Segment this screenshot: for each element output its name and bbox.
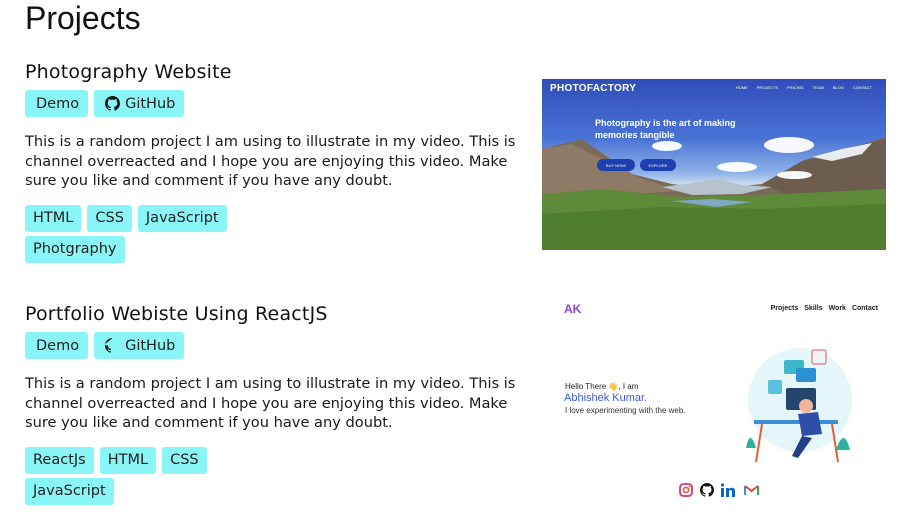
gmail-icon[interactable] (744, 484, 759, 496)
tech-tag: HTML (25, 204, 82, 232)
preview-nav-item: Contact (851, 305, 878, 312)
project-links: Demo GitHub (25, 90, 525, 117)
project-description: This is a random project I am using to i… (25, 375, 516, 431)
tech-tag: CSS (162, 446, 207, 474)
project-preview-image: AK Projects Skills Work Contact Hello Th… (556, 298, 886, 506)
preview-nav-item: BLOG (832, 85, 844, 90)
preview-headline: Photography is the art of making memorie… (595, 118, 736, 140)
preview-buy-button: BUY NOW! (597, 159, 635, 171)
tech-tag: Photgraphy (25, 235, 125, 263)
preview-nav-item: HOME (735, 85, 748, 90)
github-icon[interactable] (700, 483, 714, 497)
preview-nav-item: TEAM (812, 85, 824, 90)
social-links (679, 483, 759, 497)
demo-button[interactable]: Demo (25, 332, 89, 359)
preview-nav-item: Work (828, 305, 846, 312)
demo-label: Demo (36, 337, 80, 354)
preview-explore-button: EXPLORE (640, 159, 676, 171)
preview-name: Abhishek Kumar. (564, 392, 648, 404)
project-description: This is a random project I am using to i… (25, 133, 516, 189)
github-label: GitHub (125, 337, 176, 354)
project-title: Photography Website (25, 61, 232, 83)
preview-nav-item: PROJECTS (756, 85, 779, 90)
tech-tag: CSS (87, 204, 132, 232)
tech-tag: HTML (99, 446, 157, 474)
project-preview-image: PHOTOFACTORY HOME PROJECTS PRICING TEAM … (542, 79, 886, 250)
github-icon (105, 338, 113, 353)
tech-tags: HTML CSS JavaScript Photgraphy (25, 204, 285, 263)
tech-tag: ReactJs (25, 446, 94, 474)
project-title: Portfolio Webiste Using ReactJS (25, 303, 328, 325)
preview-nav: HOME PROJECTS PRICING TEAM BLOG CONTACT (736, 85, 872, 90)
preview-tagline: I love experimenting with the web. (565, 406, 686, 415)
tech-tag: JavaScript (137, 204, 227, 232)
linkedin-icon[interactable] (721, 483, 737, 497)
preview-nav: Projects Skills Work Contact (771, 305, 878, 312)
developer-illustration (746, 348, 852, 463)
project-links: Demo GitHub (25, 332, 525, 359)
preview-nav-item: Projects (770, 305, 799, 312)
preview-nav-item: PRICING (787, 85, 804, 90)
demo-button[interactable]: Demo (25, 90, 89, 117)
github-button[interactable]: GitHub (94, 90, 185, 117)
project-card: Portfolio Webiste Using ReactJS Demo Git… (25, 303, 525, 505)
demo-label: Demo (36, 95, 80, 112)
github-button[interactable]: GitHub (94, 332, 185, 359)
project-card: Photography Website Demo GitHub This is … (25, 61, 525, 263)
tech-tags: ReactJs HTML CSS JavaScript (25, 446, 285, 505)
preview-nav-item: CONTACT (852, 85, 872, 90)
preview-nav-item: Skills (804, 305, 823, 312)
mountain-landscape (542, 137, 886, 250)
instagram-icon[interactable] (679, 483, 693, 497)
github-label: GitHub (125, 95, 176, 112)
preview-brand: PHOTOFACTORY (550, 83, 637, 94)
page-title: Projects (25, 0, 141, 36)
github-icon (105, 96, 121, 111)
preview-greeting: Hello There 👋, I am (565, 382, 639, 391)
tech-tag: JavaScript (25, 477, 114, 505)
preview-logo: AK (564, 302, 582, 316)
